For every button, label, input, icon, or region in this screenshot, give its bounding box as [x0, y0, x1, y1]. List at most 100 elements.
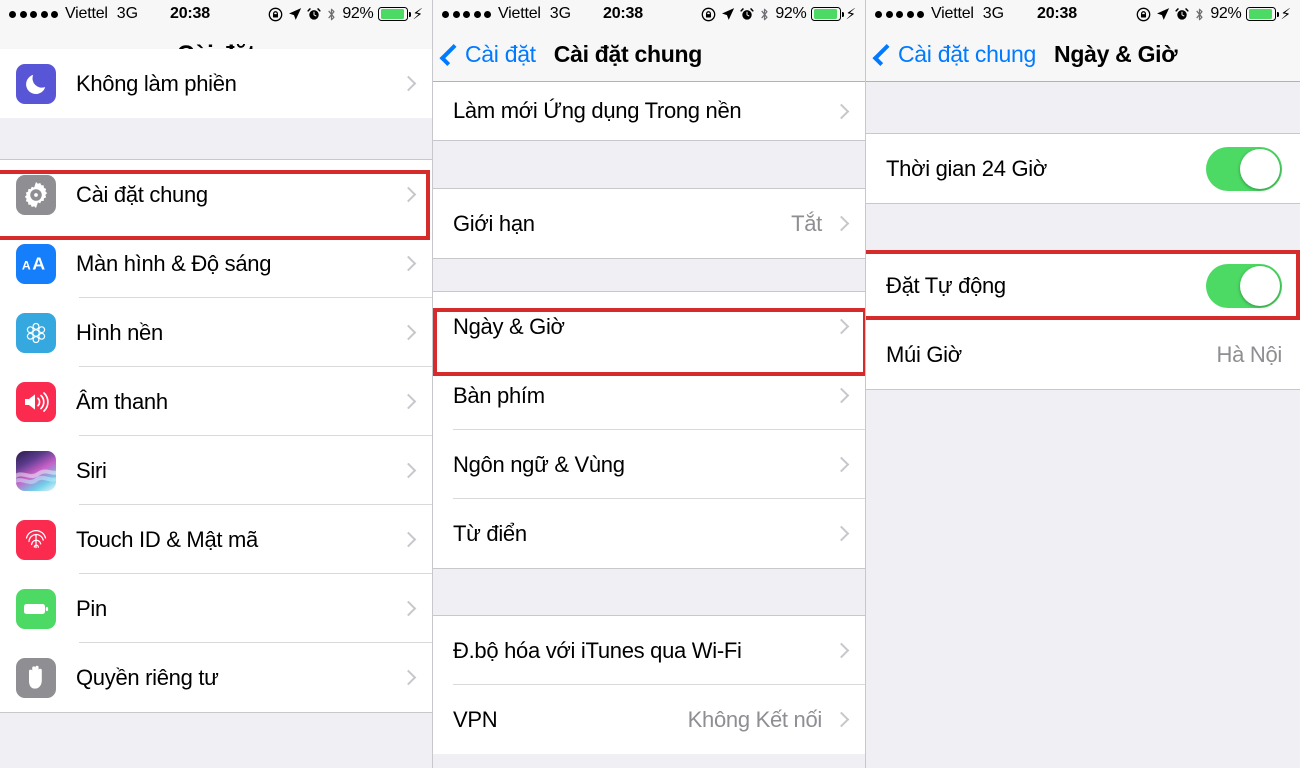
battery-percent-label: 92%: [1210, 5, 1242, 22]
chevron-right-icon: [400, 462, 417, 479]
settings-row-label: Không làm phiền: [76, 70, 237, 96]
network-type-label: 3G: [116, 5, 139, 22]
panel-general-settings: Viettel 3G 20:38 92% ⚡ Cài đặt Cài đặt c…: [433, 0, 866, 768]
carrier-label: Viettel: [498, 5, 541, 22]
signal-strength-dots-icon: [442, 10, 491, 18]
chevron-right-icon: [400, 600, 417, 617]
settings-row-display-brightness[interactable]: AA Màn hình & Độ sáng: [0, 229, 432, 298]
settings-row-background-app-refresh[interactable]: Làm mới Ứng dụng Trong nền: [433, 82, 865, 140]
location-arrow-icon: [721, 7, 735, 21]
back-button[interactable]: Cài đặt: [439, 41, 536, 68]
group-gap: [866, 389, 1300, 709]
settings-row-label: Âm thanh: [76, 388, 168, 414]
charging-bolt-icon: ⚡: [1280, 6, 1291, 23]
settings-row-value: Tắt: [791, 210, 822, 236]
chevron-right-icon: [400, 393, 417, 410]
settings-row-label: Giới hạn: [453, 210, 535, 236]
date-time-list: Thời gian 24 Giờ Đặt Tự động Múi Giờ Hà …: [866, 82, 1300, 709]
settings-row-privacy[interactable]: Quyền riêng tư: [0, 643, 432, 712]
settings-row-date-time[interactable]: Ngày & Giờ: [433, 292, 865, 361]
settings-row-wallpaper[interactable]: Hình nền: [0, 298, 432, 367]
chevron-right-icon: [833, 387, 850, 404]
battery-percent-label: 92%: [342, 5, 374, 22]
back-button[interactable]: Cài đặt chung: [872, 41, 1037, 68]
settings-row-label: Quyền riêng tư: [76, 664, 219, 690]
chevron-right-icon: [400, 669, 417, 686]
display-brightness-icon: AA: [16, 243, 56, 284]
group-gap: [866, 203, 1300, 251]
date-time-group-1: Thời gian 24 Giờ: [866, 134, 1300, 203]
settings-row-touch-id[interactable]: Touch ID & Mật mã: [0, 505, 432, 574]
settings-group-2: Cài đặt chung AA Màn hình & Độ sáng Hình…: [0, 160, 432, 712]
do-not-disturb-icon: [16, 63, 56, 104]
status-bar-left: Viettel 3G: [442, 5, 571, 23]
chevron-right-icon: [833, 103, 850, 119]
battery-icon: [378, 7, 412, 21]
group-gap: [0, 118, 432, 160]
settings-row-general[interactable]: Cài đặt chung: [0, 160, 432, 229]
settings-row-do-not-disturb[interactable]: Không làm phiền: [0, 49, 432, 118]
settings-row-label: Từ điển: [453, 520, 527, 546]
settings-row-label: Làm mới Ứng dụng Trong nền: [453, 98, 742, 123]
location-arrow-icon: [1156, 7, 1170, 21]
gear-icon: [16, 174, 56, 215]
settings-row-sounds[interactable]: Âm thanh: [0, 367, 432, 436]
bluetooth-icon: [326, 7, 337, 22]
settings-row-itunes-wifi-sync[interactable]: Đ.bộ hóa với iTunes qua Wi-Fi: [433, 616, 865, 685]
settings-row-label: VPN: [453, 706, 498, 732]
chevron-right-icon: [400, 186, 417, 203]
rotation-lock-icon: [701, 7, 716, 22]
charging-bolt-icon: ⚡: [412, 6, 423, 23]
panel-settings-root: Viettel 3G 20:38 92% ⚡ Không làm phiền C…: [0, 0, 433, 768]
status-bar: Viettel 3G 20:38 92% ⚡: [433, 0, 865, 28]
battery-icon: [1246, 7, 1280, 21]
settings-row-time-zone[interactable]: Múi Giờ Hà Nội: [866, 320, 1300, 389]
settings-row-dictionary[interactable]: Từ điển: [433, 499, 865, 568]
settings-row-keyboard[interactable]: Bàn phím: [433, 361, 865, 430]
charging-bolt-icon: ⚡: [845, 6, 856, 23]
siri-icon: [16, 450, 56, 491]
bluetooth-icon: [1194, 7, 1205, 22]
settings-row-24-hour-time[interactable]: Thời gian 24 Giờ: [866, 134, 1300, 203]
nav-bar-general: Cài đặt Cài đặt chung: [433, 28, 865, 82]
wallpaper-icon: [16, 312, 56, 353]
status-bar: Viettel 3G 20:38 92% ⚡: [866, 0, 1300, 28]
back-button-label: Cài đặt: [465, 41, 536, 67]
status-bar-left: Viettel 3G: [9, 5, 138, 23]
group-gap: [866, 82, 1300, 134]
settings-row-vpn[interactable]: VPN Không Kết nối: [433, 685, 865, 754]
chevron-right-icon: [833, 525, 850, 542]
bluetooth-icon: [759, 7, 770, 22]
status-bar-right: 92% ⚡: [1136, 5, 1291, 23]
battery-icon: [811, 7, 845, 21]
settings-row-language-region[interactable]: Ngôn ngữ & Vùng: [433, 430, 865, 499]
group-gap: [433, 568, 865, 616]
settings-row-siri[interactable]: Siri: [0, 436, 432, 505]
toggle-set-automatically[interactable]: [1206, 263, 1282, 308]
group-gap: [0, 712, 432, 768]
settings-row-label: Đ.bộ hóa với iTunes qua Wi-Fi: [453, 637, 742, 663]
back-button-label: Cài đặt chung: [898, 41, 1037, 67]
chevron-right-icon: [833, 642, 850, 659]
settings-row-label: Siri: [76, 457, 107, 483]
settings-row-label: Pin: [76, 595, 107, 621]
nav-bar-date-time: Cài đặt chung Ngày & Giờ: [866, 28, 1300, 82]
settings-row-restrictions[interactable]: Giới hạn Tắt: [433, 189, 865, 258]
chevron-left-icon: [872, 43, 895, 66]
status-bar: Viettel 3G 20:38 92% ⚡: [0, 0, 432, 28]
settings-row-battery[interactable]: Pin: [0, 574, 432, 643]
chevron-left-icon: [439, 43, 462, 66]
touch-id-icon: [16, 519, 56, 560]
status-bar-left: Viettel 3G: [875, 5, 1004, 23]
settings-row-label: Múi Giờ: [886, 341, 962, 367]
general-group-1: Làm mới Ứng dụng Trong nền: [433, 82, 865, 140]
panel-date-time: Viettel 3G 20:38 92% ⚡ Cài đặt chung Ngà…: [866, 0, 1300, 768]
page-title: Ngày & Giờ: [1054, 41, 1178, 67]
chevron-right-icon: [833, 215, 850, 232]
general-settings-list: Làm mới Ứng dụng Trong nền Giới hạn Tắt …: [433, 82, 865, 754]
general-group-4: Đ.bộ hóa với iTunes qua Wi-Fi VPN Không …: [433, 616, 865, 754]
settings-row-set-automatically[interactable]: Đặt Tự động: [866, 251, 1300, 320]
chevron-right-icon: [833, 318, 850, 335]
toggle-24-hour-time[interactable]: [1206, 146, 1282, 191]
status-bar-right: 92% ⚡: [268, 5, 423, 23]
